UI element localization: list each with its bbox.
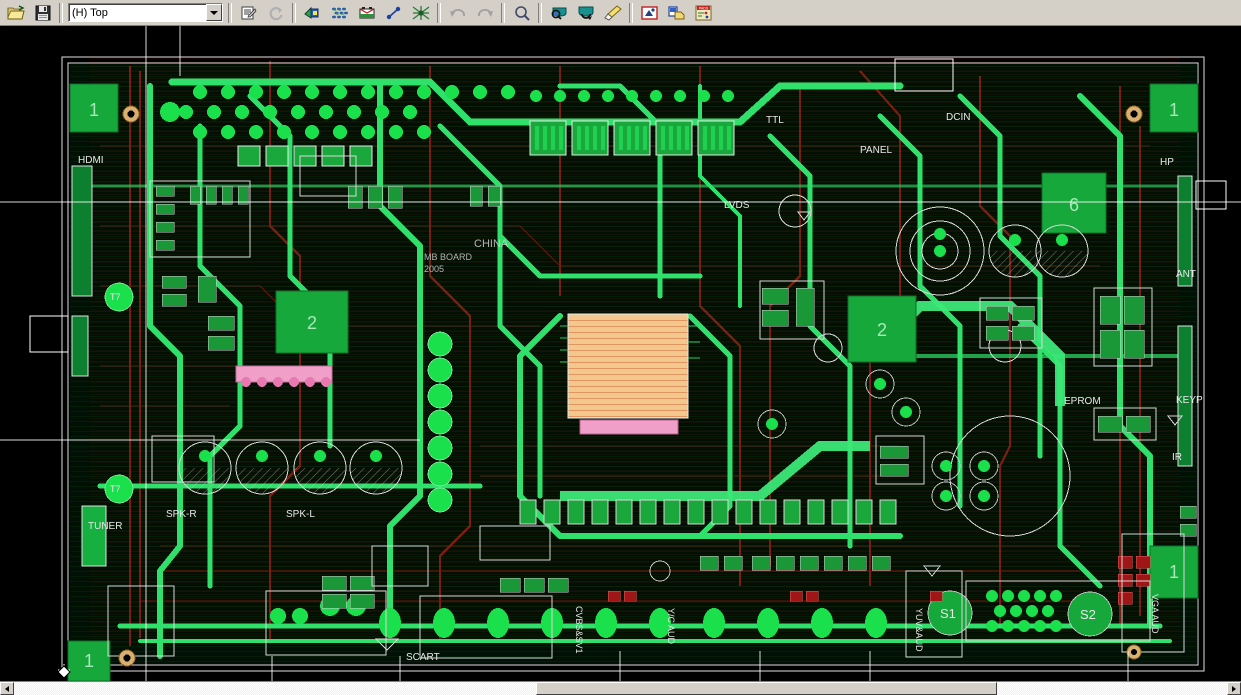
label-vga-aud: VGA AUD	[1150, 594, 1160, 634]
label-panel: PANEL	[860, 145, 892, 156]
label-year: 2005	[424, 264, 444, 274]
label-hp: HP	[1160, 157, 1174, 168]
component-block: 2	[847, 295, 917, 363]
board-outline-button[interactable]	[354, 1, 379, 25]
label-cvbs: CVBS&SV1	[574, 606, 584, 654]
fanout-button[interactable]	[408, 1, 433, 25]
label-scart: SCART	[406, 652, 440, 663]
label-tuner: TUNER	[88, 521, 122, 532]
undo-button[interactable]	[445, 1, 470, 25]
open-file-button[interactable]	[3, 1, 28, 25]
main-toolbar: (H) Top PADS	[0, 0, 1241, 26]
label-ant: ANT	[1176, 269, 1196, 280]
refresh-button[interactable]	[263, 1, 288, 25]
pads-app-button[interactable]: PADS	[691, 1, 716, 25]
svg-text:1: 1	[89, 100, 99, 120]
label-dcin: DCIN	[946, 112, 970, 123]
zoom-in-button[interactable]	[546, 1, 571, 25]
toolbar-separator	[629, 2, 633, 23]
properties-button[interactable]	[236, 1, 261, 25]
zoom-fit-button[interactable]	[573, 1, 598, 25]
pcb-canvas[interactable]: 1 1 2 6 2 1 1 HDMI TTL PANEL DCIN LVDS H…	[0, 26, 1241, 681]
main-chip	[560, 313, 700, 435]
label-mb-board: MB BOARD	[424, 252, 473, 262]
label-keyp: KEYP	[1176, 395, 1203, 406]
svg-text:1: 1	[84, 651, 94, 671]
scrollbar-track[interactable]	[14, 682, 1227, 695]
svg-text:6: 6	[1069, 195, 1079, 215]
highlight-brush-button[interactable]	[600, 1, 625, 25]
label-ir: IR	[1172, 452, 1182, 463]
label-t7-upper: T7	[110, 292, 121, 302]
label-hdmi: HDMI	[78, 155, 104, 166]
svg-text:1: 1	[1169, 100, 1179, 120]
svg-text:2: 2	[307, 313, 317, 333]
redo-button[interactable]	[472, 1, 497, 25]
label-spk-r: SPK-R	[166, 509, 197, 520]
zoom-button[interactable]	[509, 1, 534, 25]
pcb-editor-window: (H) Top PADS 1 1 2 6 2 1 1 HDMI TTL PANE…	[0, 0, 1241, 695]
horizontal-scrollbar[interactable]	[0, 681, 1241, 695]
component-block: 1	[69, 83, 119, 133]
save-file-button[interactable]	[30, 1, 55, 25]
label-eprom: EPROM	[1064, 396, 1101, 407]
component-block: 6	[1041, 172, 1107, 234]
export-button[interactable]	[637, 1, 662, 25]
label-lvds: LVDS	[724, 200, 750, 211]
label-s2: S2	[1080, 607, 1096, 622]
label-ttl: TTL	[766, 115, 784, 126]
component-block: 1	[1149, 545, 1199, 599]
toolbar-separator	[228, 2, 232, 23]
component-block: 2	[275, 290, 349, 354]
route-trace-button[interactable]	[381, 1, 406, 25]
layer-select[interactable]: (H) Top	[68, 3, 223, 22]
label-china: CHINA	[474, 238, 509, 250]
toolbar-separator	[292, 2, 296, 23]
svg-text:PADS: PADS	[699, 6, 709, 10]
label-spk-l: SPK-L	[286, 509, 315, 520]
toolbar-separator	[59, 2, 63, 23]
layer-select-value: (H) Top	[72, 6, 108, 19]
scroll-right-button[interactable]	[1227, 682, 1241, 695]
chevron-down-icon[interactable]	[206, 4, 222, 21]
pour-manager-button[interactable]	[300, 1, 325, 25]
svg-text:1: 1	[1169, 562, 1179, 582]
label-s1: S1	[940, 606, 956, 621]
toolbar-separator	[437, 2, 441, 23]
scroll-left-button[interactable]	[0, 682, 14, 695]
toolbar-separator	[538, 2, 542, 23]
component-block: 1	[67, 640, 111, 681]
copy-layer-button[interactable]	[664, 1, 689, 25]
component-block: 1	[1149, 83, 1199, 133]
toolbar-separator	[501, 2, 505, 23]
flood-fill-button[interactable]	[327, 1, 352, 25]
label-t7-lower: T7	[110, 484, 121, 494]
svg-text:2: 2	[877, 320, 887, 340]
label-yc-aud: Y/C AUD	[666, 608, 676, 645]
scrollbar-thumb[interactable]	[535, 682, 997, 695]
label-yuv-aud: YUV&AUD	[914, 608, 924, 652]
